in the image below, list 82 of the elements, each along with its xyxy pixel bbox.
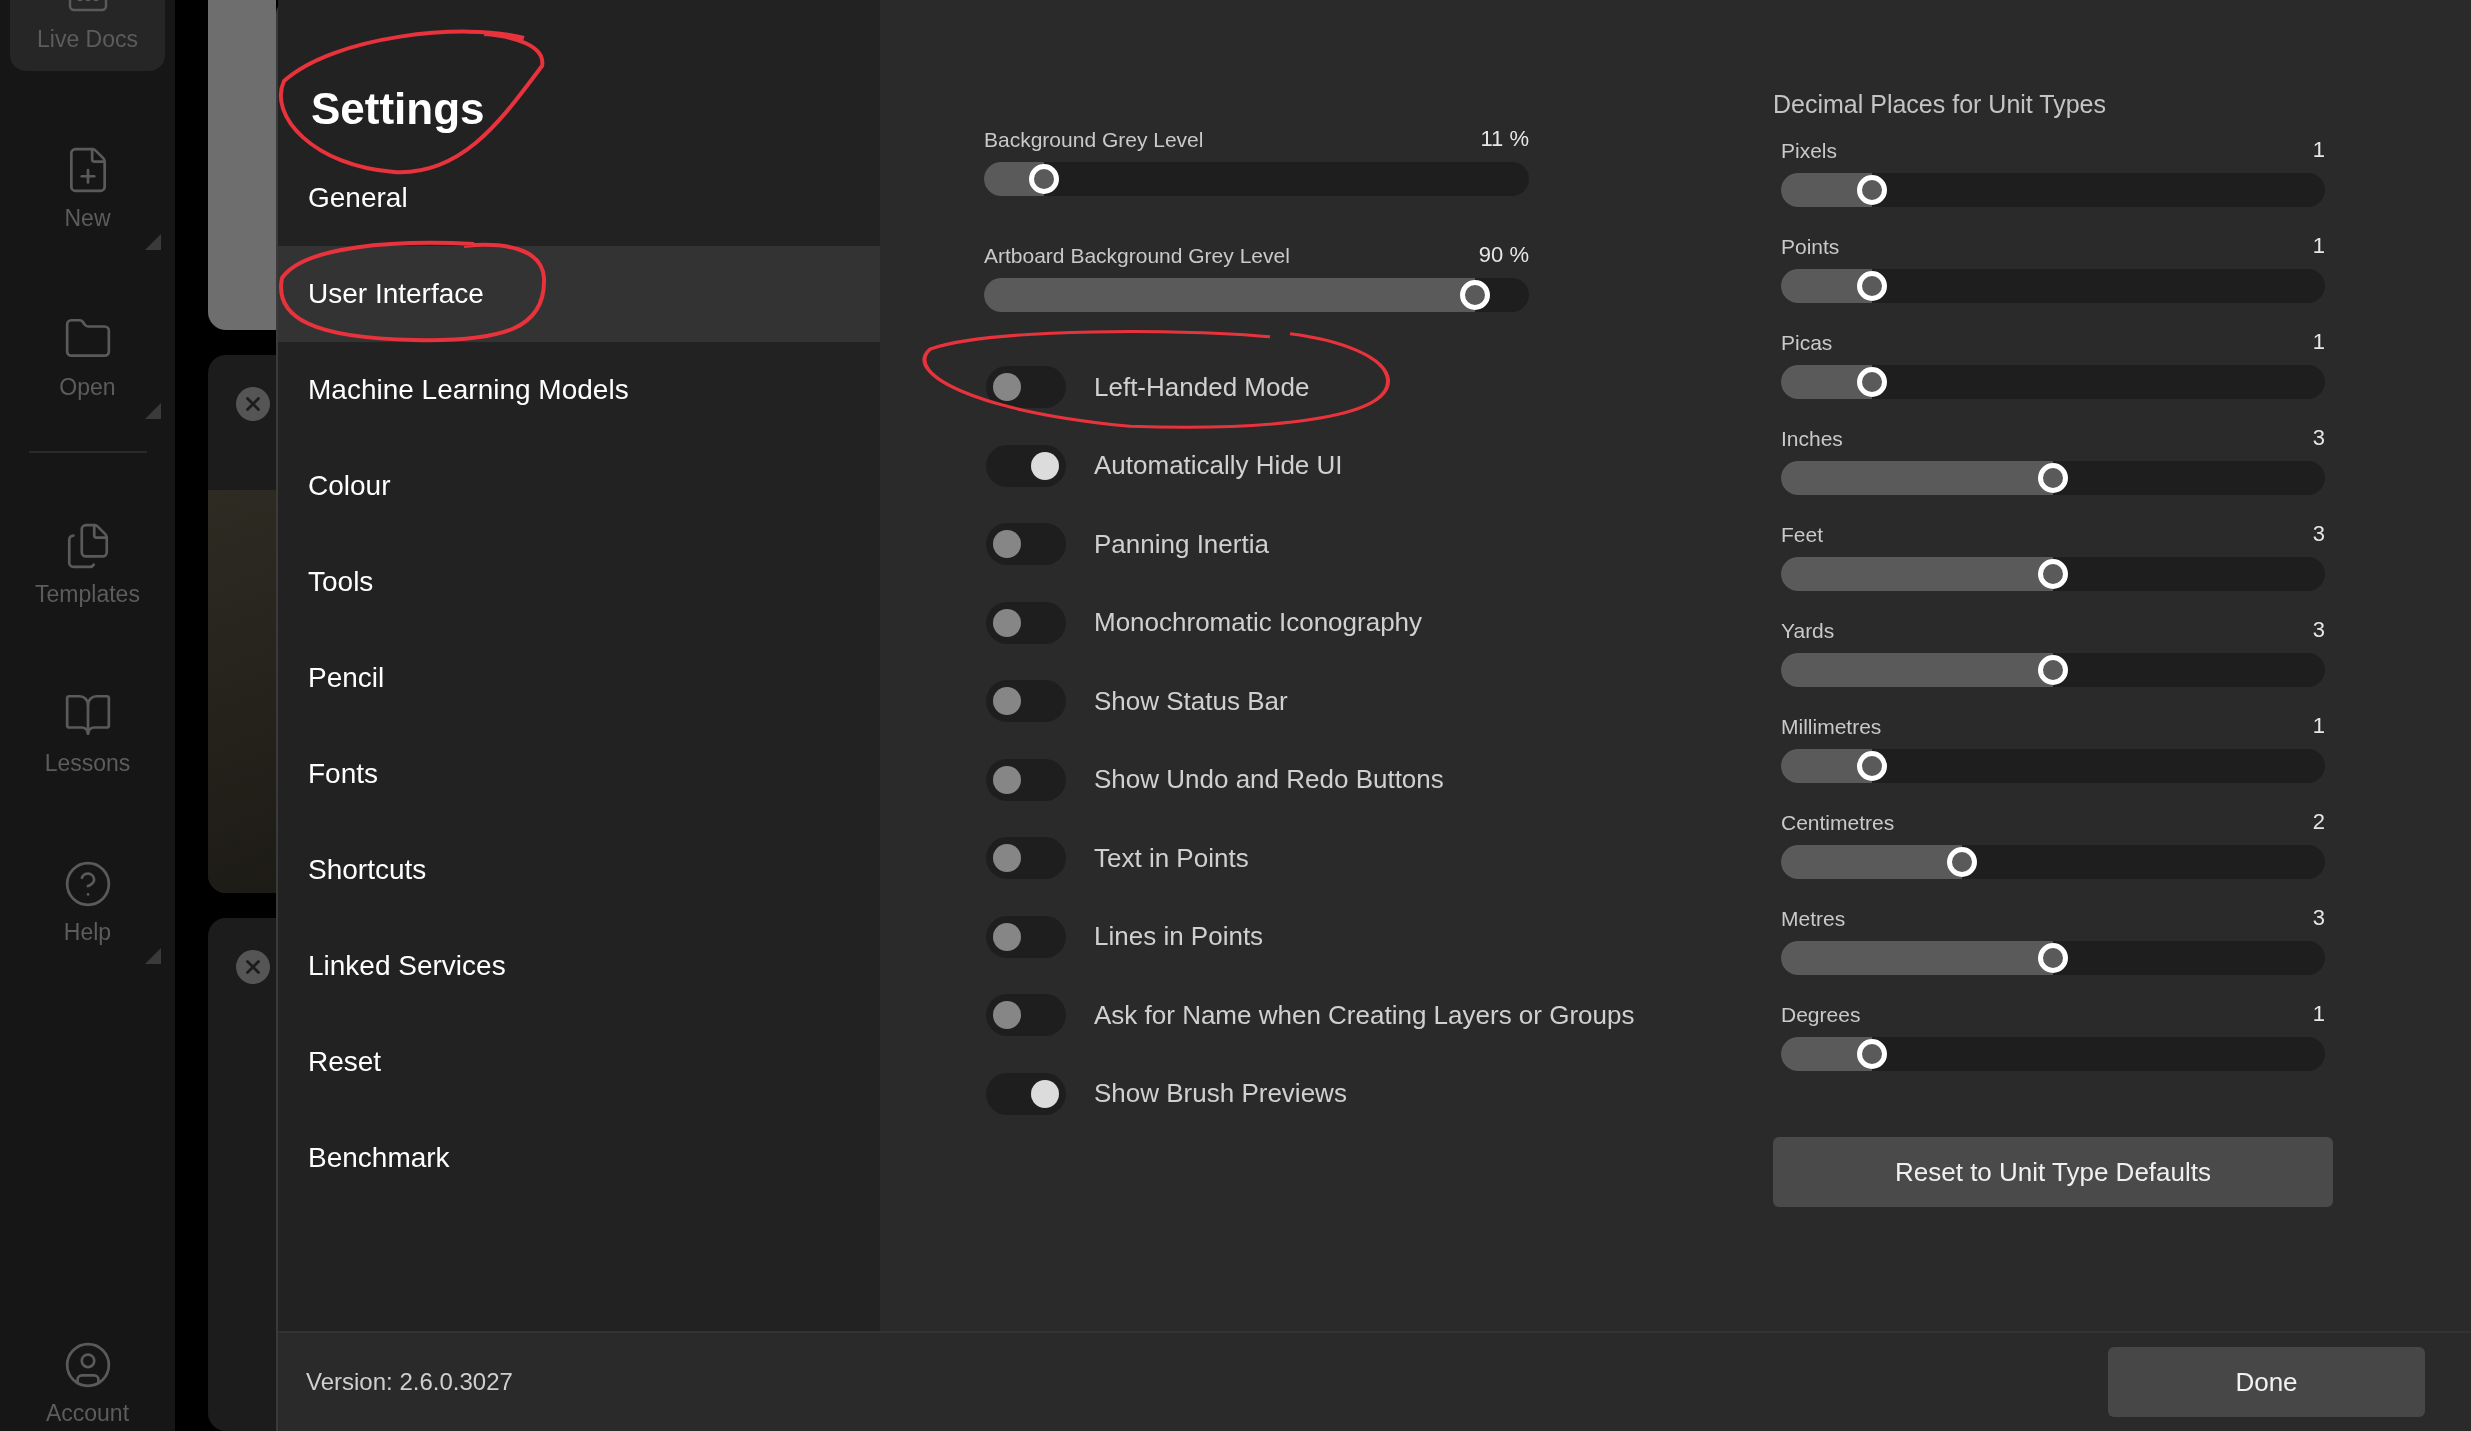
slider-label: Degrees <box>1781 1003 1861 1027</box>
slider-value: 1 <box>2312 1001 2325 1027</box>
slider-label: Yards <box>1781 619 1835 643</box>
nav-item[interactable]: Machine Learning Models <box>278 342 880 438</box>
version-text: Version: 2.6.0.3027 <box>306 1368 513 1396</box>
nav-item[interactable]: User Interface <box>278 246 880 342</box>
toggle-switch[interactable] <box>986 366 1066 409</box>
toggle-label: Text in Points <box>1094 842 1249 874</box>
slider-track[interactable] <box>1781 173 2325 207</box>
toggle-switch[interactable] <box>986 758 1066 801</box>
slider-label: Millimetres <box>1781 715 1882 739</box>
toggle-label: Ask for Name when Creating Layers or Groups <box>1094 999 1635 1031</box>
slider-thumb[interactable] <box>2038 463 2068 493</box>
slider-track[interactable] <box>1781 365 2325 399</box>
section-heading: Decimal Places for Unit Types <box>1773 90 2107 119</box>
slider-thumb[interactable] <box>2038 559 2068 589</box>
slider-value: 90 % <box>1478 242 1529 268</box>
nav-item[interactable]: General <box>278 150 880 246</box>
nav-item[interactable]: Pencil <box>278 630 880 726</box>
slider-track[interactable] <box>984 162 1529 196</box>
slider-value: 2 <box>2312 809 2325 835</box>
done-button[interactable]: Done <box>2108 1347 2425 1417</box>
toggle-switch[interactable] <box>986 994 1066 1037</box>
slider-thumb[interactable] <box>2038 655 2068 685</box>
slider-track[interactable] <box>1781 269 2325 303</box>
toggle-switch[interactable] <box>986 1072 1066 1115</box>
toggle-switch[interactable] <box>986 680 1066 723</box>
nav-item[interactable]: Benchmark <box>278 1110 880 1206</box>
toggle-switch[interactable] <box>986 837 1066 880</box>
slider-thumb[interactable] <box>1947 847 1978 877</box>
toggle-switch[interactable] <box>986 523 1066 566</box>
nav-item[interactable]: Linked Services <box>278 918 880 1014</box>
slider-track[interactable] <box>1781 941 2325 975</box>
slider-label: Background Grey Level <box>984 128 1204 152</box>
slider-value: 3 <box>2312 617 2325 643</box>
slider-label: Metres <box>1781 907 1846 931</box>
sidebar-label: Lessons <box>44 750 131 777</box>
toggle-label: Left-Handed Mode <box>1094 371 1310 403</box>
slider-value: 1 <box>2312 137 2325 163</box>
reset-button[interactable]: Reset to Unit Type Defaults <box>1773 1137 2333 1207</box>
sidebar-label: Templates <box>35 581 140 608</box>
toggle-label: Automatically Hide UI <box>1094 450 1343 482</box>
sidebar-label: Open <box>59 374 116 401</box>
slider-thumb[interactable] <box>2038 943 2068 973</box>
slider-label: Feet <box>1781 523 1824 547</box>
toggle-label: Panning Inertia <box>1094 528 1269 560</box>
toggle-switch[interactable] <box>986 601 1066 644</box>
toggle-label: Monochromatic Iconography <box>1094 607 1423 639</box>
slider-track[interactable] <box>1781 653 2325 687</box>
toggle-label: Show Status Bar <box>1094 685 1288 717</box>
sidebar-label: Help <box>63 919 112 946</box>
slider-label: Pixels <box>1781 139 1838 163</box>
slider-label: Artboard Background Grey Level <box>984 244 1290 268</box>
sidebar-label: Account <box>45 1400 130 1427</box>
nav-item[interactable]: Tools <box>278 534 880 630</box>
slider-track[interactable] <box>1781 461 2325 495</box>
toggle-switch[interactable] <box>986 915 1066 958</box>
slider-track[interactable] <box>1781 557 2325 591</box>
slider-value: 1 <box>2312 329 2325 355</box>
slider-value: 1 <box>2312 713 2325 739</box>
slider-label: Inches <box>1781 427 1843 451</box>
nav-item[interactable]: Fonts <box>278 726 880 822</box>
nav-item[interactable]: Shortcuts <box>278 822 880 918</box>
slider-value: 3 <box>2312 425 2325 451</box>
toggle-label: Show Undo and Redo Buttons <box>1094 764 1444 796</box>
slider-value: 3 <box>2312 521 2325 547</box>
toggle-label: Show Brush Previews <box>1094 1078 1347 1110</box>
slider-label: Points <box>1781 235 1840 259</box>
nav-item[interactable]: Colour <box>278 438 880 534</box>
slider-value: 3 <box>2312 905 2325 931</box>
slider-label: Picas <box>1781 331 1833 355</box>
toggle-label: Lines in Points <box>1094 921 1264 953</box>
slider-value: 1 <box>2312 233 2325 259</box>
slider-track[interactable] <box>1781 749 2325 783</box>
sidebar-label: New <box>64 205 111 232</box>
slider-value: 11 % <box>1480 126 1529 152</box>
slider-label: Centimetres <box>1781 811 1895 835</box>
nav-item[interactable]: Reset <box>278 1014 880 1110</box>
slider-track[interactable] <box>1781 845 2325 879</box>
toggle-switch[interactable] <box>986 444 1066 487</box>
slider-track[interactable] <box>1781 1037 2325 1071</box>
dialog-title: Settings <box>311 84 486 134</box>
